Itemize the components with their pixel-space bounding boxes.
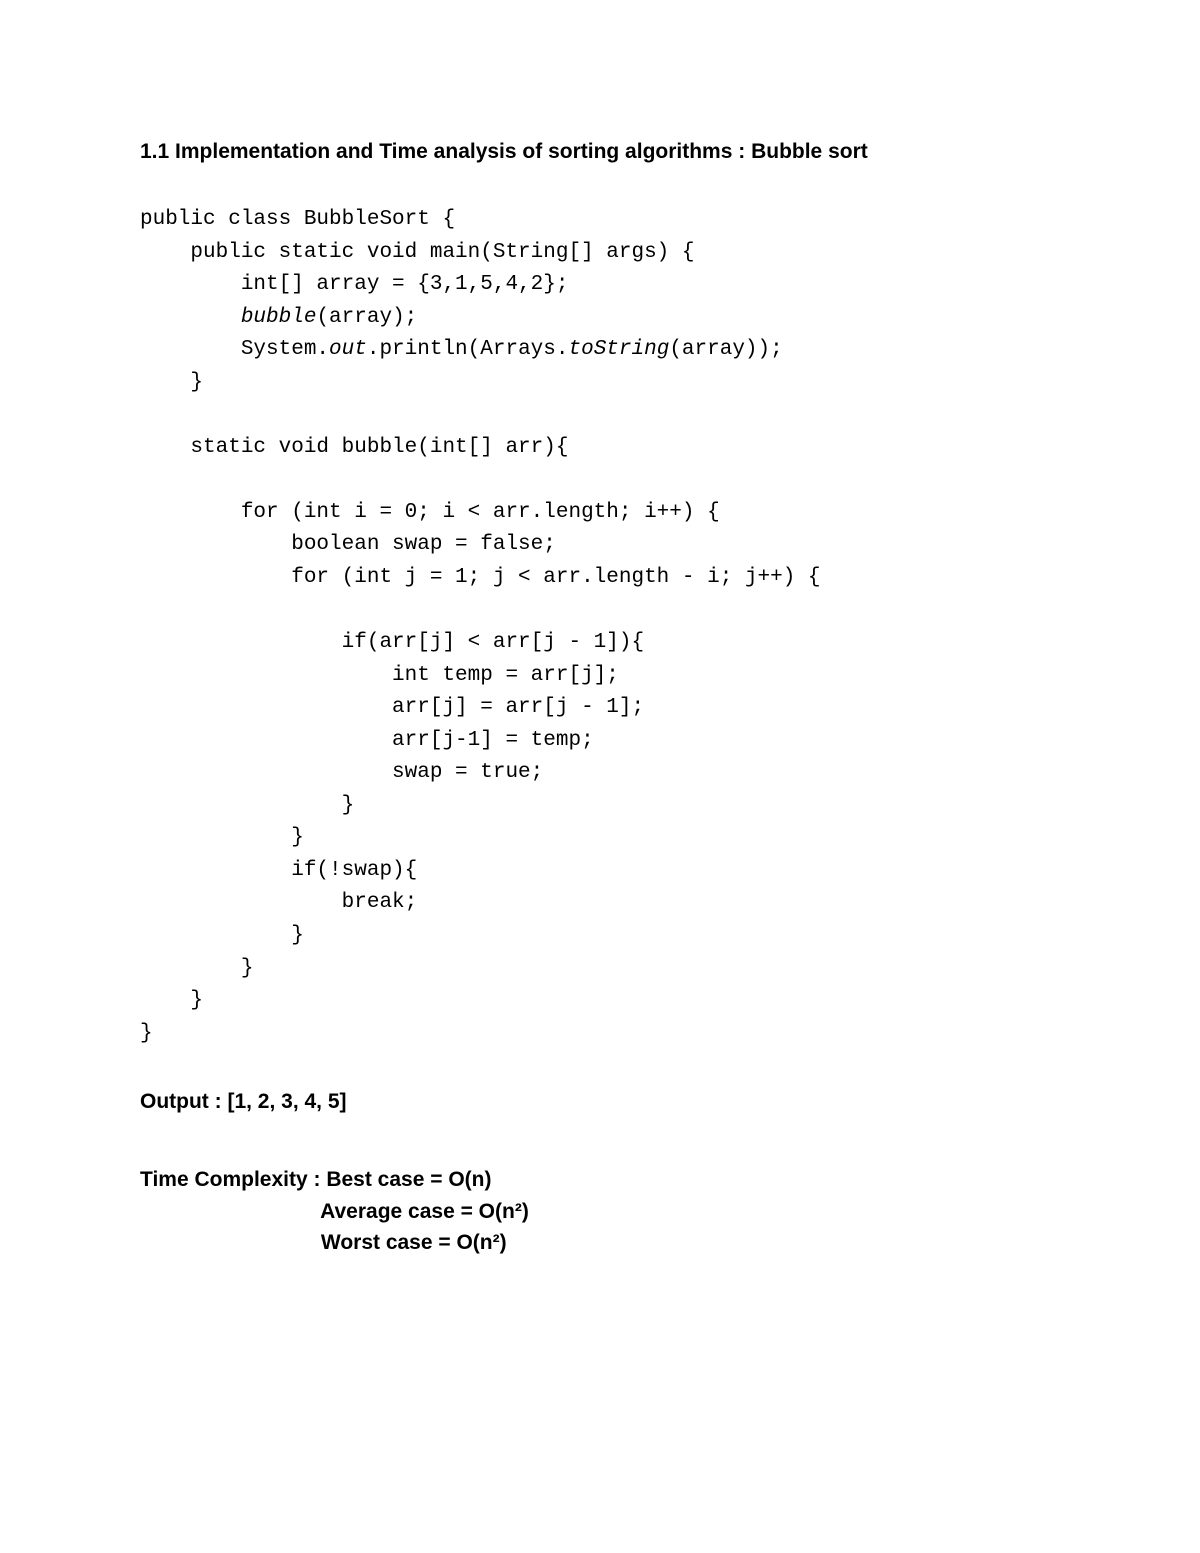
complexity-best: Best case = O(n)	[326, 1168, 491, 1191]
complexity-worst-line: Worst case = O(n²)	[140, 1227, 1060, 1259]
code-line: for (int j = 1; j < arr.length - i; j++)…	[140, 566, 821, 589]
complexity-label: Time Complexity :	[140, 1168, 326, 1191]
code-line: System.	[140, 338, 329, 361]
code-line	[140, 306, 241, 329]
code-line: arr[j-1] = temp;	[140, 729, 594, 752]
code-italic: bubble	[241, 306, 317, 329]
code-line: .println(Arrays.	[367, 338, 569, 361]
code-line: public static void main(String[] args) {	[140, 241, 695, 264]
section-heading: 1.1 Implementation and Time analysis of …	[140, 140, 1060, 164]
code-line: }	[140, 924, 304, 947]
code-line: }	[140, 1022, 153, 1045]
complexity-indent	[140, 1200, 320, 1223]
code-block: public class BubbleSort { public static …	[140, 204, 1060, 1050]
code-line: if(arr[j] < arr[j - 1]){	[140, 631, 644, 654]
code-line: public class BubbleSort {	[140, 208, 455, 231]
code-line: int[] array = {3,1,5,4,2};	[140, 273, 568, 296]
code-line: swap = true;	[140, 761, 543, 784]
document-page: 1.1 Implementation and Time analysis of …	[0, 0, 1200, 1399]
code-line: }	[140, 957, 253, 980]
complexity-indent	[140, 1231, 321, 1254]
code-line: arr[j] = arr[j - 1];	[140, 696, 644, 719]
code-line: }	[140, 794, 354, 817]
code-line: (array));	[669, 338, 782, 361]
code-line: }	[140, 989, 203, 1012]
code-line: static void bubble(int[] arr){	[140, 436, 568, 459]
code-italic: out	[329, 338, 367, 361]
code-line: (array);	[316, 306, 417, 329]
code-line: boolean swap = false;	[140, 533, 556, 556]
code-line: break;	[140, 891, 417, 914]
complexity-worst: Worst case = O(n²)	[321, 1231, 507, 1254]
output-value: [1, 2, 3, 4, 5]	[227, 1090, 346, 1113]
code-line: }	[140, 371, 203, 394]
time-complexity-section: Time Complexity : Best case = O(n) Avera…	[140, 1164, 1060, 1259]
output-label: Output :	[140, 1090, 227, 1113]
complexity-average-line: Average case = O(n²)	[140, 1196, 1060, 1228]
code-line: }	[140, 826, 304, 849]
code-line: if(!swap){	[140, 859, 417, 882]
complexity-best-line: Time Complexity : Best case = O(n)	[140, 1164, 1060, 1196]
code-italic: toString	[568, 338, 669, 361]
output-section: Output : [1, 2, 3, 4, 5]	[140, 1090, 1060, 1114]
code-line: int temp = arr[j];	[140, 664, 619, 687]
code-line: for (int i = 0; i < arr.length; i++) {	[140, 501, 720, 524]
complexity-average: Average case = O(n²)	[320, 1200, 529, 1223]
